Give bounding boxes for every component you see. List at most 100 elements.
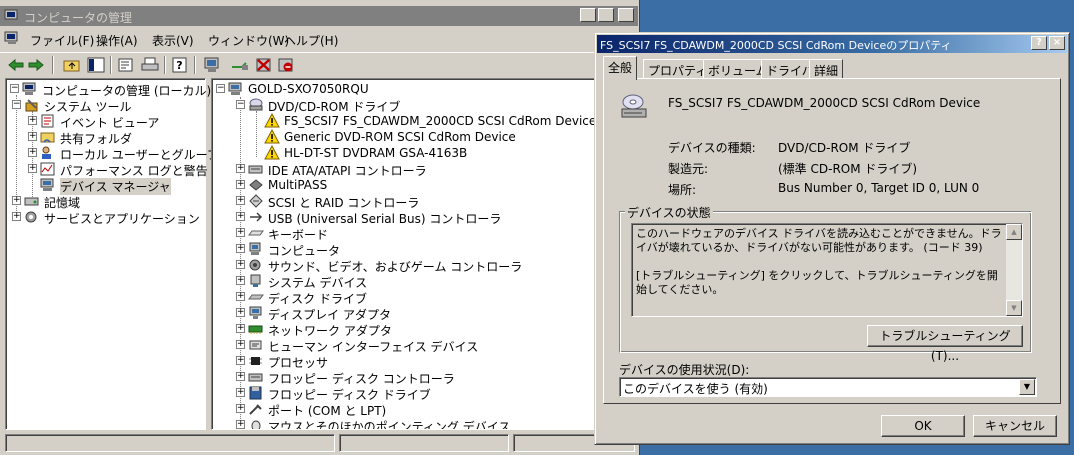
show-tree-icon[interactable] xyxy=(86,56,106,74)
cancel-button-label: キャンセル xyxy=(984,419,1045,433)
menu-file[interactable]: ファイル(F) xyxy=(30,32,94,49)
menu-action[interactable]: 操作(A) xyxy=(96,32,138,49)
restore-button[interactable]: □ xyxy=(598,8,614,22)
close-button[interactable]: × xyxy=(618,8,634,22)
device-status-group-label: デバイスの状態 xyxy=(625,204,713,221)
svg-text:?: ? xyxy=(176,59,182,72)
tree-line xyxy=(256,111,257,157)
tree-node-label: MultiPASS xyxy=(268,178,328,192)
device-tree[interactable]: − GOLD-SXO7050RQU − DVD/CD-ROM ドライブ FS_S… xyxy=(211,78,596,430)
expand-toggle[interactable]: + xyxy=(236,308,245,317)
scan-hardware-icon[interactable] xyxy=(202,56,222,74)
tree-node-label: ネットワーク アダプタ xyxy=(268,324,392,338)
expand-toggle[interactable]: + xyxy=(28,164,37,173)
services-icon xyxy=(25,211,37,223)
expand-toggle[interactable]: + xyxy=(236,292,245,301)
menu-window[interactable]: ウィンドウ(W) xyxy=(208,32,289,49)
device-name: FS_SCSI7 FS_CDAWDM_2000CD SCSI CdRom Dev… xyxy=(668,96,981,110)
tree-node-label: ディスク ドライブ xyxy=(268,292,367,306)
tree-node-label: フロッピー ディスク ドライブ xyxy=(268,388,431,402)
display-adapter-icon xyxy=(249,306,262,319)
expand-toggle[interactable]: + xyxy=(236,404,245,413)
menu-view[interactable]: 表示(V) xyxy=(152,32,194,49)
expand-toggle[interactable]: + xyxy=(12,196,21,205)
minimize-button[interactable]: _ xyxy=(580,8,596,22)
main-title-bar[interactable]: コンピュータの管理 _ □ × xyxy=(0,6,638,26)
location-value: Bus Number 0, Target ID 0, LUN 0 xyxy=(778,181,980,195)
warning-icon xyxy=(264,113,280,128)
device-usage-value: このデバイスを使う (有効) xyxy=(623,382,768,396)
print-icon[interactable] xyxy=(140,56,160,74)
expand-toggle[interactable]: + xyxy=(236,340,245,349)
device-usage-select[interactable]: このデバイスを使う (有効) ▼ xyxy=(619,377,1037,397)
expand-toggle[interactable]: + xyxy=(236,260,245,269)
expand-toggle[interactable]: + xyxy=(236,324,245,333)
menu-help[interactable]: ヘルプ(H) xyxy=(284,32,338,49)
tree-node-label: ヒューマン インターフェイス デバイス xyxy=(268,340,479,354)
tab-properties[interactable]: プロパティ xyxy=(643,59,713,79)
tree-node-label: ローカル ユーザーとグループ xyxy=(60,148,219,162)
troubleshoot-button[interactable]: トラブルシューティング(T)... xyxy=(867,325,1023,363)
ok-button[interactable]: OK xyxy=(881,415,965,437)
status-panel xyxy=(339,434,509,452)
up-folder-icon[interactable] xyxy=(62,56,82,74)
scroll-up-arrow-icon[interactable]: ▲ xyxy=(1006,224,1022,240)
chevron-down-icon[interactable]: ▼ xyxy=(1019,379,1035,395)
device-status-textbox[interactable]: このハードウェアのデバイス ドライバを読み込むことができません。ドライバが壊れて… xyxy=(631,223,1023,317)
collapse-toggle[interactable]: − xyxy=(10,84,19,93)
expand-toggle[interactable]: + xyxy=(236,372,245,381)
expand-toggle[interactable]: + xyxy=(12,212,21,221)
computer-management-icon xyxy=(4,9,18,22)
tree-node-label: システム ツール xyxy=(44,100,132,114)
system-menu-icon[interactable] xyxy=(4,31,20,45)
console-tree[interactable]: − コンピュータの管理 (ローカル) − システム ツール + イベント ビュー… xyxy=(5,78,219,430)
expand-toggle[interactable]: + xyxy=(236,276,245,285)
properties-icon[interactable] xyxy=(116,56,136,74)
expand-toggle[interactable]: + xyxy=(28,132,37,141)
expand-toggle[interactable]: + xyxy=(236,244,245,253)
tree-node-label: IDE ATA/ATAPI コントローラ xyxy=(268,164,427,178)
expand-toggle[interactable]: + xyxy=(236,228,245,237)
collapse-toggle[interactable]: − xyxy=(216,84,225,93)
expand-toggle[interactable]: + xyxy=(28,148,37,157)
minimize-icon: _ xyxy=(585,9,591,20)
dialog-close-button[interactable]: × xyxy=(1049,36,1065,50)
collapse-toggle[interactable]: − xyxy=(236,100,245,109)
status-scrollbar[interactable]: ▲ ▼ xyxy=(1006,224,1022,316)
help-button[interactable]: ? xyxy=(1031,36,1047,50)
tree-node-label: SCSI と RAID コントローラ xyxy=(268,196,420,210)
port-icon xyxy=(249,404,262,415)
expand-toggle[interactable]: + xyxy=(236,196,245,205)
uninstall-icon[interactable] xyxy=(254,56,274,74)
scroll-down-arrow-icon[interactable]: ▼ xyxy=(1006,300,1022,316)
update-driver-icon[interactable] xyxy=(230,56,250,74)
warning-icon xyxy=(264,129,280,144)
help-icon[interactable]: ? xyxy=(170,56,190,74)
expand-toggle[interactable]: + xyxy=(236,388,245,397)
tree-node-label: 記憶域 xyxy=(44,196,81,210)
computer-management-window: コンピュータの管理 _ □ × ファイル(F) 操作(A) 表示(V) ウィンド… xyxy=(0,0,640,455)
back-arrow-icon[interactable] xyxy=(6,56,26,74)
status-spacer xyxy=(636,255,1006,269)
collapse-toggle[interactable]: − xyxy=(12,100,21,109)
expand-toggle[interactable]: + xyxy=(236,212,245,221)
expand-toggle[interactable]: + xyxy=(28,116,37,125)
menu-bar: ファイル(F) 操作(A) 表示(V) ウィンドウ(W) ヘルプ(H) xyxy=(0,29,590,49)
ok-button-label: OK xyxy=(914,419,932,433)
expand-toggle[interactable]: + xyxy=(236,180,245,189)
expand-toggle[interactable]: + xyxy=(236,420,245,429)
tree-node-label: イベント ビューア xyxy=(60,116,160,130)
disable-device-icon[interactable] xyxy=(276,56,296,74)
dialog-title-bar[interactable]: FS_SCSI7 FS_CDAWDM_2000CD SCSI CdRom Dev… xyxy=(597,35,1067,53)
tree-node-label: サウンド、ビデオ、およびゲーム コントローラ xyxy=(268,260,523,274)
tab-general[interactable]: 全般 xyxy=(603,56,638,80)
shared-folders-icon xyxy=(40,132,55,143)
tree-node-label: パフォーマンス ログと警告 xyxy=(60,164,208,178)
tree-node-label: サービスとアプリケーション xyxy=(44,212,200,226)
expand-toggle[interactable]: + xyxy=(236,164,245,173)
event-viewer-icon xyxy=(41,114,54,128)
expand-toggle[interactable]: + xyxy=(236,356,245,365)
cancel-button[interactable]: キャンセル xyxy=(973,415,1057,437)
forward-arrow-icon[interactable] xyxy=(26,56,46,74)
tab-details[interactable]: 詳細 xyxy=(809,59,844,79)
